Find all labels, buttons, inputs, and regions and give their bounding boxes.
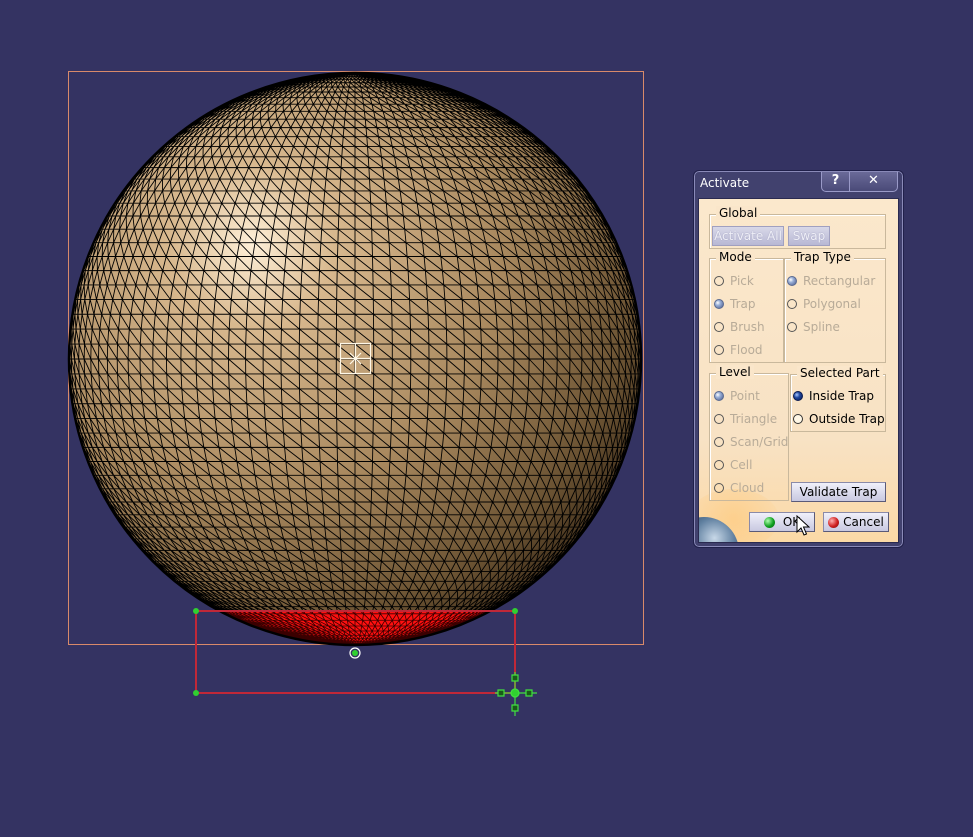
mode-group-label: Mode bbox=[716, 250, 755, 264]
radio-indicator bbox=[793, 414, 803, 424]
selected-part-group-label: Selected Part bbox=[797, 366, 883, 380]
level-triangle-radio[interactable]: Triangle bbox=[714, 412, 777, 426]
validate-trap-button[interactable]: Validate Trap bbox=[791, 482, 886, 502]
mode-brush-label: Brush bbox=[730, 320, 765, 334]
inside-trap-radio[interactable]: Inside Trap bbox=[793, 389, 874, 403]
trap-type-group-label: Trap Type bbox=[791, 250, 854, 264]
inside-trap-label: Inside Trap bbox=[809, 389, 875, 403]
radio-indicator bbox=[787, 276, 797, 286]
ok-button[interactable]: OK bbox=[749, 512, 815, 532]
cancel-lamp-icon bbox=[828, 517, 840, 528]
mode-trap-label: Trap bbox=[730, 297, 756, 311]
trap-spline-radio[interactable]: Spline bbox=[787, 320, 840, 334]
trap-corner-handle[interactable] bbox=[193, 690, 199, 696]
radio-indicator bbox=[714, 299, 724, 309]
global-group-label: Global bbox=[716, 206, 761, 220]
mode-pick-label: Pick bbox=[730, 274, 754, 288]
level-group-label: Level bbox=[716, 365, 754, 379]
level-cloud-label: Cloud bbox=[730, 481, 765, 495]
trap-corner-handle[interactable] bbox=[512, 608, 518, 614]
radio-indicator bbox=[793, 391, 803, 401]
ok-label: OK bbox=[782, 515, 801, 529]
mode-flood-radio[interactable]: Flood bbox=[714, 343, 763, 357]
global-group: Global Activate All Swap bbox=[709, 206, 886, 249]
mode-group: Mode Pick Trap Brush Flood bbox=[709, 250, 784, 363]
mode-brush-radio[interactable]: Brush bbox=[714, 320, 765, 334]
level-cell-label: Cell bbox=[730, 458, 753, 472]
trap-polygonal-radio[interactable]: Polygonal bbox=[787, 297, 861, 311]
trap-corner-handle[interactable] bbox=[193, 608, 199, 614]
ok-lamp-icon bbox=[763, 517, 775, 528]
selected-part-group: Selected Part Inside Trap Outside Trap bbox=[790, 366, 886, 432]
level-scan-grid-radio[interactable]: Scan/Grid bbox=[714, 435, 788, 449]
activate-dialog: Activate ? ✕ Global Activate All Swap Mo… bbox=[693, 170, 904, 548]
radio-indicator bbox=[714, 322, 724, 332]
cancel-label: Cancel bbox=[843, 515, 884, 529]
outside-trap-radio[interactable]: Outside Trap bbox=[793, 412, 885, 426]
move-manipulator-icon[interactable] bbox=[495, 672, 537, 716]
trap-rectangular-radio[interactable]: Rectangular bbox=[787, 274, 875, 288]
mode-trap-radio[interactable]: Trap bbox=[714, 297, 755, 311]
help-button[interactable]: ? bbox=[821, 172, 850, 192]
radio-indicator bbox=[787, 299, 797, 309]
level-triangle-label: Triangle bbox=[730, 412, 778, 426]
radio-indicator bbox=[714, 414, 724, 424]
dialog-body: Global Activate All Swap Mode Pick Trap … bbox=[698, 198, 899, 543]
radio-indicator bbox=[787, 322, 797, 332]
outside-trap-label: Outside Trap bbox=[809, 412, 885, 426]
radio-indicator bbox=[714, 391, 724, 401]
level-point-label: Point bbox=[730, 389, 760, 403]
trap-spline-label: Spline bbox=[803, 320, 840, 334]
trap-polygonal-label: Polygonal bbox=[803, 297, 861, 311]
close-button[interactable]: ✕ bbox=[849, 172, 898, 192]
level-group: Level Point Triangle Scan/Grid Cell Clou… bbox=[709, 365, 789, 501]
activate-all-button[interactable]: Activate All bbox=[712, 226, 784, 246]
radio-indicator bbox=[714, 483, 724, 493]
level-cloud-radio[interactable]: Cloud bbox=[714, 481, 764, 495]
dialog-title: Activate bbox=[700, 176, 750, 190]
mode-pick-radio[interactable]: Pick bbox=[714, 274, 754, 288]
cancel-button[interactable]: Cancel bbox=[823, 512, 889, 532]
level-cell-radio[interactable]: Cell bbox=[714, 458, 752, 472]
radio-indicator bbox=[714, 345, 724, 355]
radio-indicator bbox=[714, 276, 724, 286]
level-point-radio[interactable]: Point bbox=[714, 389, 760, 403]
pivot-point-icon[interactable] bbox=[349, 647, 361, 659]
swap-button[interactable]: Swap bbox=[788, 226, 830, 246]
radio-indicator bbox=[714, 437, 724, 447]
mode-flood-label: Flood bbox=[730, 343, 763, 357]
trap-type-group: Trap Type Rectangular Polygonal Spline bbox=[784, 250, 886, 363]
level-scan-grid-label: Scan/Grid bbox=[730, 435, 789, 449]
trap-rectangular-label: Rectangular bbox=[803, 274, 876, 288]
radio-indicator bbox=[714, 460, 724, 470]
